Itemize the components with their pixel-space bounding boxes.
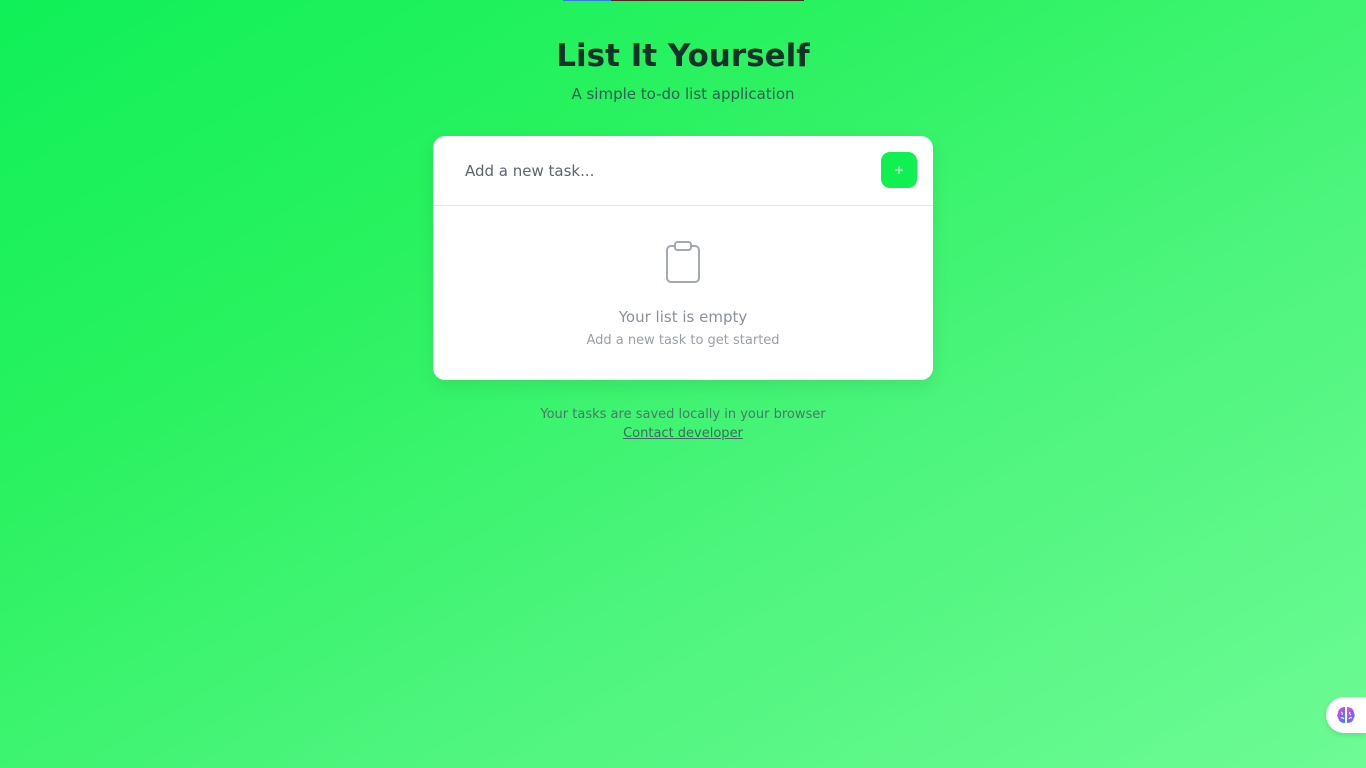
clipboard-icon	[666, 241, 700, 283]
empty-state-title: Your list is empty	[618, 308, 748, 326]
top-strip-segment-blue	[563, 0, 611, 1]
task-input-row: +	[433, 136, 933, 206]
empty-state-hint: Add a new task to get started	[586, 333, 780, 348]
contact-developer-link[interactable]: Contact developer	[623, 426, 743, 441]
brain-icon	[1337, 707, 1355, 723]
footer-link-container: Contact developer	[0, 425, 1366, 443]
top-strip-segment-dark	[611, 0, 804, 1]
page-title: List It Yourself	[556, 38, 810, 74]
assistant-widget-button[interactable]	[1326, 697, 1366, 733]
page-subtitle: A simple to-do list application	[571, 85, 795, 103]
todo-card: + Your list is empty Add a new task to g…	[433, 136, 933, 380]
footer-note: Your tasks are saved locally in your bro…	[540, 407, 826, 422]
top-progress-strip	[563, 0, 804, 1]
add-task-button[interactable]: +	[881, 152, 917, 188]
task-input[interactable]	[465, 158, 865, 184]
